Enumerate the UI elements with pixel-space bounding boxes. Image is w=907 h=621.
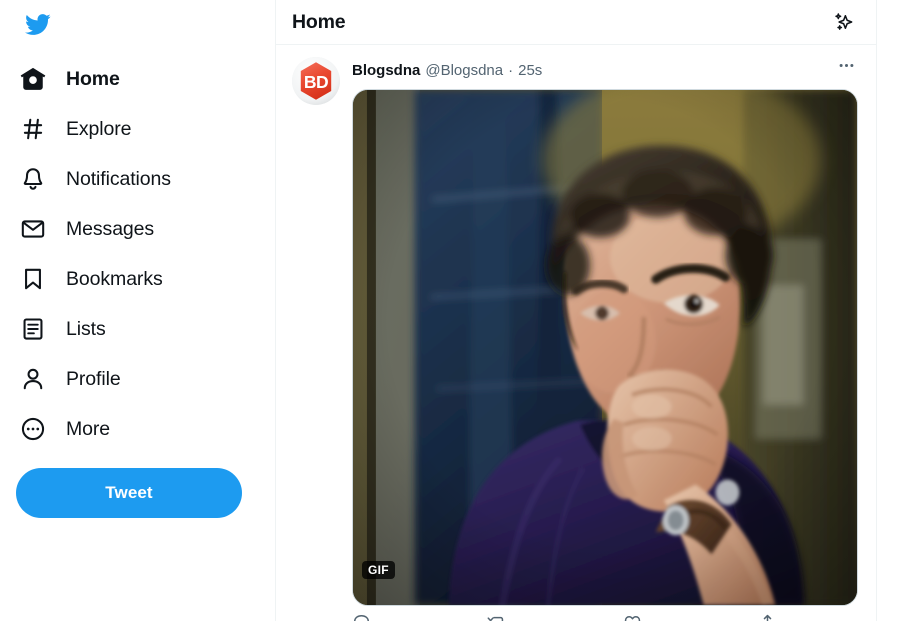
author-name[interactable]: Blogsdna — [352, 62, 420, 79]
home-timeline-column: Home BD Blogsdna @Blogsdna · 25s GIF — [275, 0, 877, 621]
twitter-app: Home Explore Notifications Messages Book… — [0, 0, 907, 621]
sparkles-icon[interactable] — [826, 5, 860, 39]
sidebar-item-label: Messages — [66, 218, 155, 240]
separator-dot: · — [508, 61, 514, 79]
twitter-bird-icon[interactable] — [18, 5, 56, 43]
svg-text:BD: BD — [304, 72, 328, 92]
more-horizontal-icon[interactable] — [832, 51, 860, 79]
page-title: Home — [292, 10, 346, 33]
envelope-icon — [18, 214, 48, 244]
bookmark-icon — [18, 264, 48, 294]
more-circle-icon — [18, 414, 48, 444]
tweet-header: Blogsdna @Blogsdna · 25s — [352, 55, 860, 79]
sidebar-item-lists[interactable]: Lists — [8, 304, 263, 354]
sidebar-nav: Home Explore Notifications Messages Book… — [8, 54, 263, 454]
author-handle[interactable]: @Blogsdna — [425, 62, 503, 79]
home-icon — [18, 64, 48, 94]
sidebar-item-bookmarks[interactable]: Bookmarks — [8, 254, 263, 304]
gif-badge: GIF — [362, 561, 395, 579]
sidebar-item-messages[interactable]: Messages — [8, 204, 263, 254]
sidebar-item-label: Profile — [66, 368, 121, 390]
tweet-body: Blogsdna @Blogsdna · 25s GIF — [352, 55, 860, 621]
right-sidebar — [877, 0, 907, 621]
sidebar-item-label: Explore — [66, 118, 132, 140]
tweet-media-gif[interactable]: GIF — [352, 89, 858, 606]
sidebar-item-label: More — [66, 418, 111, 440]
sidebar-item-label: Notifications — [66, 168, 171, 190]
timestamp[interactable]: 25s — [518, 62, 542, 79]
tweet-button[interactable]: Tweet — [16, 468, 242, 518]
heart-icon[interactable] — [623, 613, 758, 621]
sidebar-item-explore[interactable]: Explore — [8, 104, 263, 154]
retweet-icon[interactable] — [487, 613, 622, 621]
sidebar-item-more[interactable]: More — [8, 404, 263, 454]
sidebar-item-label: Home — [66, 68, 120, 90]
hashtag-icon — [18, 114, 48, 144]
person-icon — [18, 364, 48, 394]
list-icon — [18, 314, 48, 344]
share-icon[interactable] — [758, 613, 777, 621]
sidebar-item-label: Lists — [66, 318, 106, 340]
bell-icon — [18, 164, 48, 194]
sidebar-item-home[interactable]: Home — [8, 54, 263, 104]
sidebar-item-label: Bookmarks — [66, 268, 163, 290]
logo-row — [8, 0, 263, 48]
primary-sidebar: Home Explore Notifications Messages Book… — [0, 0, 275, 621]
sidebar-item-profile[interactable]: Profile — [8, 354, 263, 404]
reply-icon[interactable] — [352, 613, 487, 621]
timeline-header: Home — [276, 0, 876, 45]
sidebar-item-notifications[interactable]: Notifications — [8, 154, 263, 204]
tweet-item[interactable]: BD Blogsdna @Blogsdna · 25s GIF — [276, 45, 876, 621]
avatar[interactable]: BD — [292, 57, 340, 105]
tweet-action-bar — [352, 613, 777, 621]
